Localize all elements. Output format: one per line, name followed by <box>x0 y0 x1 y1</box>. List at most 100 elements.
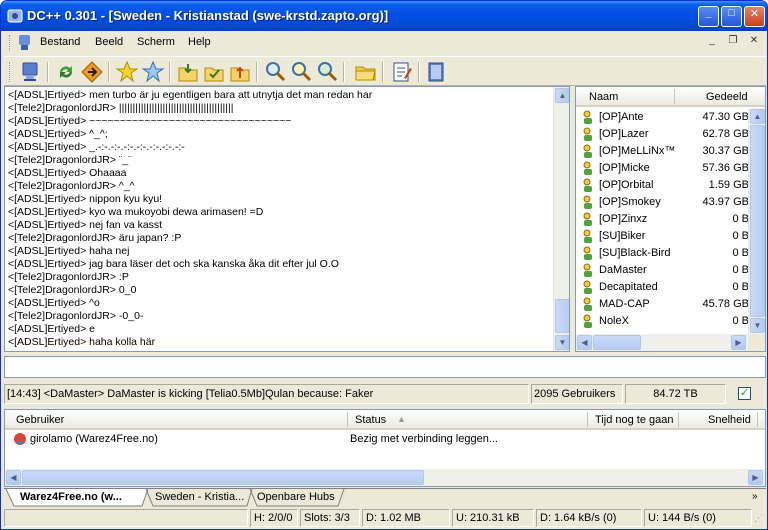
download-queue-icon[interactable] <box>176 60 200 84</box>
menu-help[interactable]: Help <box>188 36 211 48</box>
scroll-down-icon[interactable]: ▼ <box>750 318 765 333</box>
transfer-list[interactable]: Gebruiker Status ▲ Tijd nog te gaan Snel… <box>4 409 766 487</box>
finished-uploads-icon[interactable] <box>228 60 252 84</box>
column-speed-header[interactable]: Snelheid <box>708 414 751 426</box>
status-empty <box>4 509 248 527</box>
scroll-right-icon[interactable]: ▶ <box>731 335 746 350</box>
user-list-scroll-thumb[interactable] <box>750 125 765 317</box>
title-bar[interactable]: DC++ 0.301 - [Sweden - Kristianstad (swe… <box>1 1 767 31</box>
notepad-icon[interactable] <box>424 60 448 84</box>
minimize-button[interactable]: _ <box>698 6 719 27</box>
toolbar-grip[interactable] <box>9 62 12 82</box>
menu-beeld[interactable]: Beeld <box>95 36 123 48</box>
user-row[interactable]: [OP]Orbital 1.59 GB <box>579 177 749 194</box>
user-row[interactable]: [SU]Black-Bird 0 B <box>579 245 749 262</box>
chat-area[interactable]: <[ADSL]Ertiyed> men turbo är ju egentlig… <box>4 86 570 352</box>
user-list-vertical-scrollbar[interactable]: ▲ ▼ <box>748 108 765 334</box>
chat-message: <[ADSL]Ertiyed> _.-:-.-:-.-:-.-:-.-:-.-:… <box>8 141 185 153</box>
user-name: Decapitated <box>599 281 658 293</box>
chat-message: <[ADSL]Ertiyed> ~~~~~~~~~~~~~~~~~~~~~~~~… <box>8 115 292 127</box>
show-users-checkbox[interactable]: ✓ <box>738 387 751 400</box>
user-share: 0 B <box>732 315 749 327</box>
tab-warez4free[interactable]: Warez4Free.no (w... <box>16 489 126 506</box>
tabs-more-icon[interactable]: » <box>752 491 758 502</box>
favorite-hubs-icon[interactable] <box>115 60 139 84</box>
user-name: [OP]Micke <box>599 162 650 174</box>
mdi-minimize-icon[interactable]: _ <box>704 35 720 49</box>
chat-scroll-thumb[interactable] <box>555 299 569 333</box>
settings-icon[interactable] <box>390 60 414 84</box>
scroll-left-icon[interactable]: ◀ <box>577 335 592 350</box>
maximize-button[interactable]: □ <box>721 6 742 27</box>
open-filelist-icon[interactable] <box>354 60 378 84</box>
resize-grip-icon[interactable]: ⋰ <box>754 513 763 524</box>
search-spy-icon[interactable] <box>315 60 339 84</box>
favorite-users-icon[interactable] <box>141 60 165 84</box>
app-icon <box>7 9 23 23</box>
user-list-hscroll-thumb[interactable] <box>593 335 641 350</box>
user-list[interactable]: Naam Gedeeld [OP]Ante 47.30 GB [OP]Lazer 62… <box>575 86 766 352</box>
transfer-row[interactable]: girolamo (Warez4Free.no) Bezig met verbi… <box>5 431 765 448</box>
user-key-icon <box>583 263 592 277</box>
menu-scherm[interactable]: Scherm <box>137 36 175 48</box>
close-button[interactable]: ✕ <box>744 6 765 27</box>
user-row[interactable]: [OP]Smokey 43.97 GB <box>579 194 749 211</box>
user-row[interactable]: DaMaster 0 B <box>579 262 749 279</box>
menu-bestand[interactable]: Bestand <box>40 36 80 48</box>
user-key-icon <box>583 246 592 260</box>
adl-search-icon[interactable] <box>289 60 313 84</box>
tab-sweden-kristianstad[interactable]: Sweden - Kristia... <box>151 489 248 506</box>
message-input[interactable] <box>4 356 766 378</box>
user-share: 45.78 GB <box>702 298 749 310</box>
status-downloaded: D: 1.02 MB <box>362 509 450 527</box>
column-status-header[interactable]: Status <box>355 414 386 426</box>
user-key-icon <box>583 178 592 192</box>
column-name-header[interactable]: Naam <box>589 91 618 103</box>
tab-openbare-hubs[interactable]: Openbare Hubs <box>253 489 339 506</box>
mdi-child-icon[interactable] <box>17 34 33 51</box>
mdi-close-icon[interactable]: ✕ <box>746 35 762 49</box>
scroll-up-icon[interactable]: ▲ <box>750 109 765 124</box>
column-time-left-header[interactable]: Tijd nog te gaan <box>595 414 673 426</box>
user-name: [SU]Black-Bird <box>599 247 671 259</box>
mdi-restore-icon[interactable]: ❐ <box>725 35 741 49</box>
user-row[interactable]: NoleX 0 B <box>579 313 749 330</box>
chat-message: <[ADSL]Ertiyed> nej fan va kasst <box>8 219 163 231</box>
chat-message: <[ADSL]Ertiyed> haha kolla här <box>8 336 156 348</box>
user-row[interactable]: [OP]Micke 57.36 GB <box>579 160 749 177</box>
connect-icon[interactable] <box>19 60 43 84</box>
user-row[interactable]: Decapitated 0 B <box>579 279 749 296</box>
search-icon[interactable] <box>263 60 287 84</box>
user-list-horizontal-scrollbar[interactable]: ◀ ▶ <box>576 334 765 351</box>
user-row[interactable]: [SU]Biker 0 B <box>579 228 749 245</box>
scroll-right-icon[interactable]: ▶ <box>748 470 763 485</box>
user-share: 0 B <box>732 247 749 259</box>
user-key-icon <box>583 314 592 328</box>
column-shared-header[interactable]: Gedeeld <box>706 91 748 103</box>
scroll-left-icon[interactable]: ◀ <box>6 470 21 485</box>
user-key-icon <box>583 280 592 294</box>
transfer-horizontal-scrollbar[interactable]: ◀ ▶ <box>5 469 765 486</box>
transfer-hscroll-thumb[interactable] <box>22 470 424 485</box>
user-row[interactable]: [OP]Ante 47.30 GB <box>579 109 749 126</box>
scroll-down-icon[interactable]: ▼ <box>555 335 569 350</box>
refresh-icon[interactable] <box>54 60 78 84</box>
user-row[interactable]: [OP]Zinxz 0 B <box>579 211 749 228</box>
chat-message: <[Tele2]DragonlordJR> :P <box>8 271 129 283</box>
menu-grip[interactable] <box>9 35 12 51</box>
column-user-header[interactable]: Gebruiker <box>16 414 64 426</box>
close-icon: ✕ <box>749 8 760 20</box>
user-key-icon <box>583 229 592 243</box>
follow-redirect-icon[interactable] <box>80 60 104 84</box>
status-download-speed: D: 1.64 kB/s (0) <box>536 509 642 527</box>
status-hubs: H: 2/0/0 <box>250 509 298 527</box>
user-row[interactable]: [OP]Lazer 62.78 GB <box>579 126 749 143</box>
chat-message: <[ADSL]Ertiyed> Ohaaaa <box>8 167 127 179</box>
chat-vertical-scrollbar[interactable]: ▲ ▼ <box>553 87 569 351</box>
user-row[interactable]: [OP]MeLLiNx™ 30.37 GB <box>579 143 749 160</box>
user-row[interactable]: MAD-CAP 45.78 GB <box>579 296 749 313</box>
scroll-up-icon[interactable]: ▲ <box>555 88 569 103</box>
chat-message: <[Tele2]DragonlordJR> ¨_¨ <box>8 154 132 166</box>
user-count: 2095 Gebruikers <box>531 384 623 404</box>
finished-downloads-icon[interactable] <box>202 60 226 84</box>
